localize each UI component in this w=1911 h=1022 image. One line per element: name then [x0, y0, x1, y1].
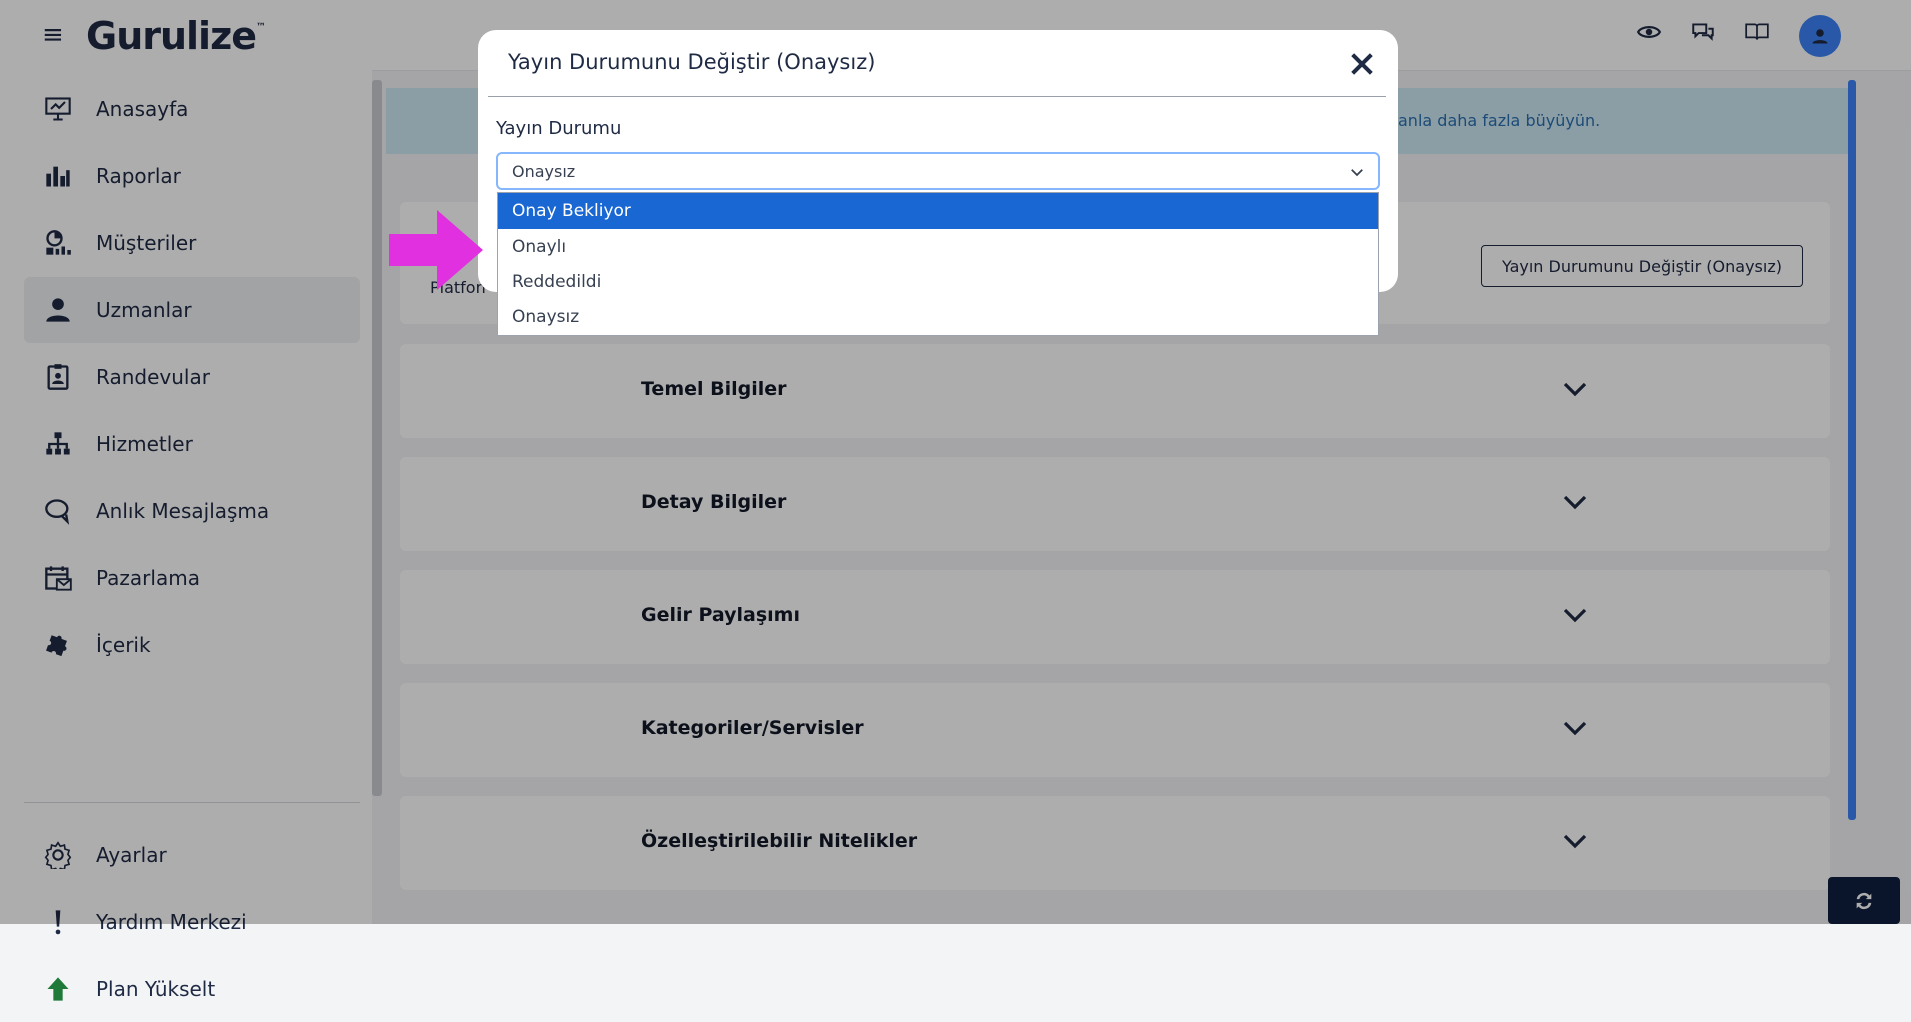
select-value: Onaysız	[512, 162, 576, 181]
field-label: Yayın Durumu	[496, 118, 622, 139]
annotation-arrow-icon	[389, 210, 483, 290]
chevron-down-icon	[1351, 169, 1363, 177]
modal-divider	[488, 96, 1386, 97]
upgrade-icon	[42, 973, 74, 1005]
status-select[interactable]: Onaysız	[496, 152, 1380, 190]
status-dropdown-list: Onay Bekliyor Onaylı Reddedildi Onaysız	[497, 192, 1379, 336]
option-onayli[interactable]: Onaylı	[498, 229, 1378, 265]
sidebar-item-label: Plan Yükselt	[96, 977, 216, 1001]
option-onaysiz[interactable]: Onaysız	[498, 299, 1378, 335]
option-reddedildi[interactable]: Reddedildi	[498, 264, 1378, 300]
sidebar-item-plan-yukselt[interactable]: Plan Yükselt	[24, 956, 360, 1022]
close-icon[interactable]	[1346, 48, 1378, 80]
option-onay-bekliyor[interactable]: Onay Bekliyor	[498, 193, 1378, 229]
modal-title: Yayın Durumunu Değiştir (Onaysız)	[508, 50, 876, 74]
